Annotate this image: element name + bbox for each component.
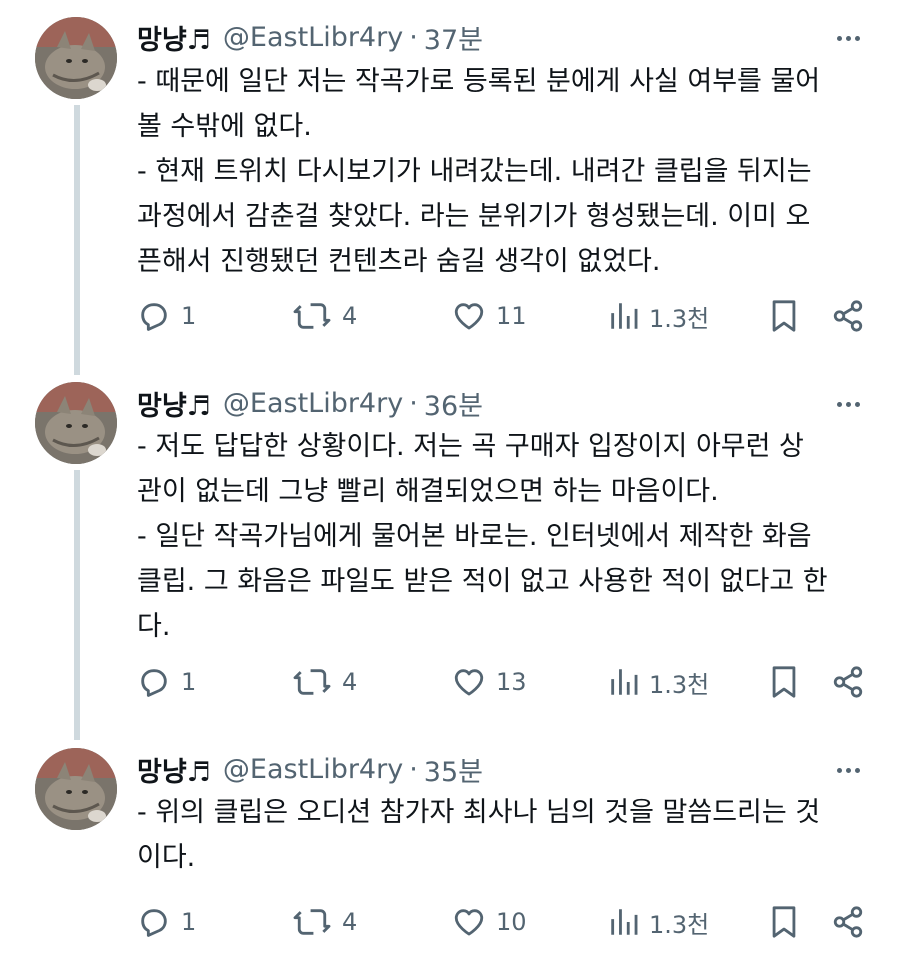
like-button[interactable]: 11 (452, 296, 527, 336)
tweet-text: - 위의 클립은 오디션 참가자 최사나 님의 것을 말씀드리는 것 이다. (137, 790, 877, 880)
user-handle[interactable]: @EastLibr4ry (223, 754, 403, 785)
retweet-icon (293, 909, 331, 935)
bookmark-button[interactable] (769, 662, 799, 702)
tweet-actions: 1 4 10 1.3천 (137, 902, 877, 942)
bookmark-button[interactable] (769, 296, 799, 336)
tweet-header: 망냥♬ @EastLibr4ry · 35분 (137, 749, 483, 789)
avatar[interactable] (35, 382, 117, 464)
cat-photo-icon (35, 17, 117, 99)
tweet-actions: 1 4 13 1.3천 (137, 662, 877, 702)
separator: · (409, 21, 418, 53)
display-name[interactable]: 망냥♬ (137, 384, 211, 423)
like-count: 10 (496, 908, 527, 936)
reply-button[interactable]: 1 (137, 902, 196, 942)
share-button[interactable] (831, 902, 865, 942)
separator: · (409, 753, 418, 785)
reply-icon (141, 669, 167, 697)
bookmark-icon (772, 666, 796, 698)
display-name[interactable]: 망냥♬ (137, 750, 211, 789)
avatar[interactable] (35, 748, 117, 830)
separator: · (409, 387, 418, 419)
views-button[interactable]: 1.3천 (609, 662, 709, 702)
more-dots-icon[interactable] (828, 389, 868, 419)
reply-count: 1 (181, 908, 197, 936)
reply-icon (141, 303, 167, 331)
tweet-header: 망냥♬ @EastLibr4ry · 36분 (137, 383, 483, 423)
bookmark-icon (772, 906, 796, 938)
heart-icon (454, 909, 484, 936)
tweet-line: - 일단 작곡가님에게 물어본 바로는. 인터넷에서 제작한 화음 (137, 521, 812, 552)
tweet-line: 다. (137, 611, 171, 642)
heart-icon (454, 303, 484, 330)
share-icon (833, 300, 863, 332)
timestamp[interactable]: 36분 (424, 384, 483, 423)
thread-line (74, 470, 80, 740)
retweet-icon (293, 303, 331, 329)
views-chart-icon (611, 669, 638, 695)
views-chart-icon (611, 303, 638, 329)
tweet-line: - 현재 트위치 다시보기가 내려갔는데. 내려간 클립을 뒤지는 (137, 156, 812, 187)
retweet-button[interactable]: 4 (292, 296, 357, 336)
reply-icon (141, 909, 167, 937)
tweet-actions: 1 4 11 1.3천 (137, 296, 877, 336)
cat-photo-icon (35, 748, 117, 830)
share-icon (833, 906, 863, 938)
tweet-line: 관이 없는데 그냥 빨리 해결되었으면 하는 마음이다. (137, 476, 719, 507)
reply-button[interactable]: 1 (137, 662, 196, 702)
retweet-count: 4 (342, 668, 358, 696)
timestamp[interactable]: 35분 (424, 750, 483, 789)
bookmark-button[interactable] (769, 902, 799, 942)
share-icon (833, 666, 863, 698)
retweet-count: 4 (342, 908, 358, 936)
reply-count: 1 (181, 302, 197, 330)
views-chart-icon (611, 909, 638, 935)
views-button[interactable]: 1.3천 (609, 902, 709, 942)
avatar[interactable] (35, 17, 117, 99)
more-dots-icon[interactable] (828, 755, 868, 785)
reply-count: 1 (181, 668, 197, 696)
retweet-count: 4 (342, 302, 358, 330)
tweet-text: - 저도 답답한 상황이다. 저는 곡 구매자 입장이지 아무런 상 관이 없는… (137, 424, 877, 649)
bookmark-icon (772, 300, 796, 332)
like-button[interactable]: 10 (452, 902, 527, 942)
tweet-line: 이다. (137, 842, 196, 873)
like-count: 13 (496, 668, 527, 696)
tweet-line: - 위의 클립은 오디션 참가자 최사나 님의 것을 말씀드리는 것 (137, 797, 821, 828)
views-count: 1.3천 (649, 304, 710, 333)
tweet-line: 클립. 그 화음은 파일도 받은 적이 없고 사용한 적이 없다고 한 (137, 566, 828, 597)
views-button[interactable]: 1.3천 (609, 296, 709, 336)
tweet-line: 픈해서 진행됐던 컨텐츠라 숨길 생각이 없었다. (137, 246, 661, 277)
like-button[interactable]: 13 (452, 662, 527, 702)
share-button[interactable] (831, 662, 865, 702)
tweet-line: 볼 수밖에 없다. (137, 111, 312, 142)
user-handle[interactable]: @EastLibr4ry (223, 22, 403, 53)
retweet-button[interactable]: 4 (292, 662, 357, 702)
tweet-text: - 때문에 일단 저는 작곡가로 등록된 분에게 사실 여부를 물어 볼 수밖에… (137, 59, 877, 284)
display-name[interactable]: 망냥♬ (137, 18, 211, 57)
more-dots-icon[interactable] (828, 23, 868, 53)
tweet-header: 망냥♬ @EastLibr4ry · 37분 (137, 17, 483, 57)
reply-button[interactable]: 1 (137, 296, 196, 336)
tweet-line: - 때문에 일단 저는 작곡가로 등록된 분에게 사실 여부를 물어 (137, 66, 821, 97)
cat-photo-icon (35, 382, 117, 464)
tweet-line: 과정에서 감춘걸 찾았다. 라는 분위기가 형성됐는데. 이미 오 (137, 201, 811, 232)
user-handle[interactable]: @EastLibr4ry (223, 388, 403, 419)
share-button[interactable] (831, 296, 865, 336)
tweet-line: - 저도 답답한 상황이다. 저는 곡 구매자 입장이지 아무런 상 (137, 431, 804, 462)
retweet-button[interactable]: 4 (292, 902, 357, 942)
views-count: 1.3천 (649, 910, 710, 939)
like-count: 11 (496, 302, 527, 330)
heart-icon (454, 669, 484, 696)
thread-line (74, 105, 80, 375)
timestamp[interactable]: 37분 (424, 18, 483, 57)
retweet-icon (293, 669, 331, 695)
views-count: 1.3천 (649, 670, 710, 699)
